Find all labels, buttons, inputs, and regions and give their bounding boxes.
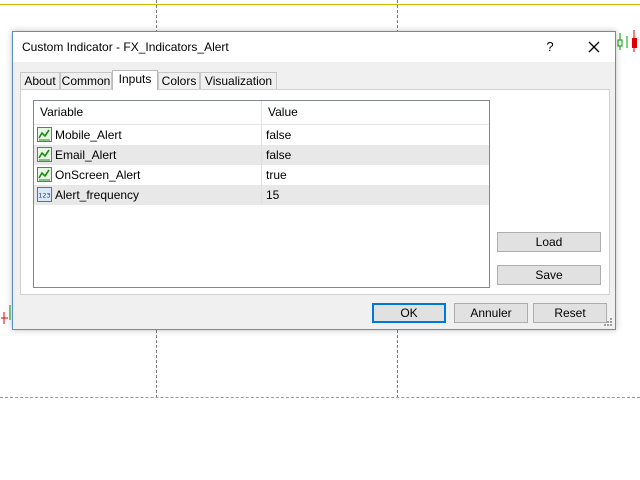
tab-common[interactable]: Common <box>60 72 112 89</box>
table-row[interactable]: OnScreen_Alert true <box>34 165 489 185</box>
boolean-chart-icon <box>37 147 52 162</box>
dialog-titlebar[interactable]: Custom Indicator - FX_Indicators_Alert ? <box>13 32 615 62</box>
cell-divider <box>261 145 262 165</box>
integer-123-icon: 123 <box>37 187 52 202</box>
tab-colors[interactable]: Colors <box>158 72 200 89</box>
table-row[interactable]: Email_Alert false <box>34 145 489 165</box>
ok-button[interactable]: OK <box>372 303 446 323</box>
table-row[interactable]: 123 Alert_frequency 15 <box>34 185 489 205</box>
variable-value[interactable]: 15 <box>266 188 279 202</box>
variable-value[interactable]: true <box>266 168 287 182</box>
column-header-value[interactable]: Value <box>262 101 489 124</box>
variable-value[interactable]: false <box>266 128 291 142</box>
close-icon <box>588 41 600 53</box>
tab-about[interactable]: About <box>20 72 60 89</box>
save-button[interactable]: Save <box>497 265 601 285</box>
variable-name: Alert_frequency <box>55 188 140 202</box>
variable-name: Mobile_Alert <box>55 128 122 142</box>
variable-name: OnScreen_Alert <box>55 168 141 182</box>
inputs-panel: Variable Value Mobile_Alert false Email_… <box>20 89 610 295</box>
reset-button[interactable]: Reset <box>533 303 607 323</box>
inputs-table: Variable Value Mobile_Alert false Email_… <box>33 100 490 288</box>
table-header: Variable Value <box>34 101 489 125</box>
close-button[interactable] <box>585 38 603 56</box>
svg-text:123: 123 <box>38 192 50 200</box>
boolean-chart-icon <box>37 127 52 142</box>
column-header-variable[interactable]: Variable <box>34 101 261 124</box>
cell-divider <box>261 165 262 185</box>
variable-name: Email_Alert <box>55 148 117 162</box>
boolean-chart-icon <box>37 167 52 182</box>
table-row[interactable]: Mobile_Alert false <box>34 125 489 145</box>
help-button[interactable]: ? <box>543 39 557 55</box>
cell-divider <box>261 125 262 145</box>
load-button[interactable]: Load <box>497 232 601 252</box>
variable-value[interactable]: false <box>266 148 291 162</box>
cell-divider <box>261 185 262 205</box>
resize-grip-icon[interactable] <box>603 317 613 327</box>
dialog-title: Custom Indicator - FX_Indicators_Alert <box>22 40 229 54</box>
tab-visualization[interactable]: Visualization <box>200 72 277 89</box>
custom-indicator-dialog: Custom Indicator - FX_Indicators_Alert ?… <box>12 31 616 330</box>
tab-inputs[interactable]: Inputs <box>112 70 158 90</box>
cancel-button[interactable]: Annuler <box>454 303 528 323</box>
